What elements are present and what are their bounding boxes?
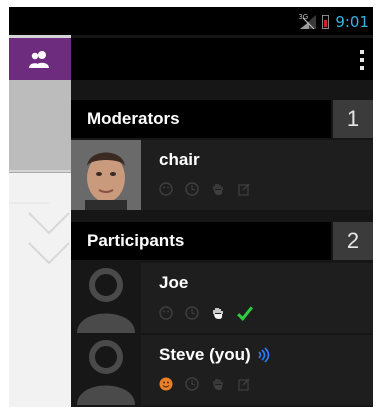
drawer-action-bar	[71, 38, 373, 80]
check-icon[interactable]	[237, 305, 253, 321]
section-title: Moderators	[71, 100, 331, 138]
speaking-icon	[258, 347, 269, 363]
smiley-active-icon[interactable]	[159, 377, 173, 391]
people-icon	[29, 51, 49, 68]
signal-icon: 3G	[298, 13, 317, 29]
status-bar: 3G 9:01	[9, 7, 373, 35]
notepad-icon[interactable]	[237, 377, 251, 391]
background-content	[9, 172, 71, 407]
participants-drawer: Moderators 1 chair Participants 2 Joe St…	[71, 35, 373, 407]
smiley-icon[interactable]	[159, 182, 173, 196]
section-title: Participants	[71, 222, 331, 260]
section-count: 2	[333, 222, 373, 260]
notepad-icon[interactable]	[237, 182, 251, 196]
participant-name: Steve (you)	[159, 345, 251, 364]
hand-icon[interactable]	[211, 182, 225, 196]
avatar	[71, 140, 141, 210]
background-app-strip	[9, 35, 71, 407]
hand-icon[interactable]	[211, 377, 225, 391]
section-header-participants: Participants 2	[71, 222, 373, 260]
participant-name: chair	[159, 150, 200, 169]
participants-tab-button[interactable]	[9, 38, 71, 80]
battery-icon	[322, 15, 330, 29]
section-header-moderators: Moderators 1	[71, 100, 373, 138]
app-screen: 3G 9:01 Moderators 1 chair Participants …	[9, 7, 373, 407]
hand-raised-icon[interactable]	[211, 306, 225, 320]
smiley-icon[interactable]	[159, 306, 173, 320]
avatar	[71, 335, 141, 405]
participant-row[interactable]: Steve (you)	[71, 335, 373, 405]
participant-name: Joe	[159, 273, 189, 292]
avatar	[71, 263, 141, 333]
overflow-menu-icon[interactable]	[359, 50, 365, 70]
status-time: 9:01	[335, 13, 369, 31]
section-count: 1	[333, 100, 373, 138]
clock-icon[interactable]	[185, 182, 199, 196]
background-panel	[9, 80, 71, 170]
participant-row[interactable]: Joe	[71, 263, 373, 333]
clock-icon[interactable]	[185, 377, 199, 391]
participant-row[interactable]: chair	[71, 140, 373, 210]
clock-icon[interactable]	[185, 306, 199, 320]
